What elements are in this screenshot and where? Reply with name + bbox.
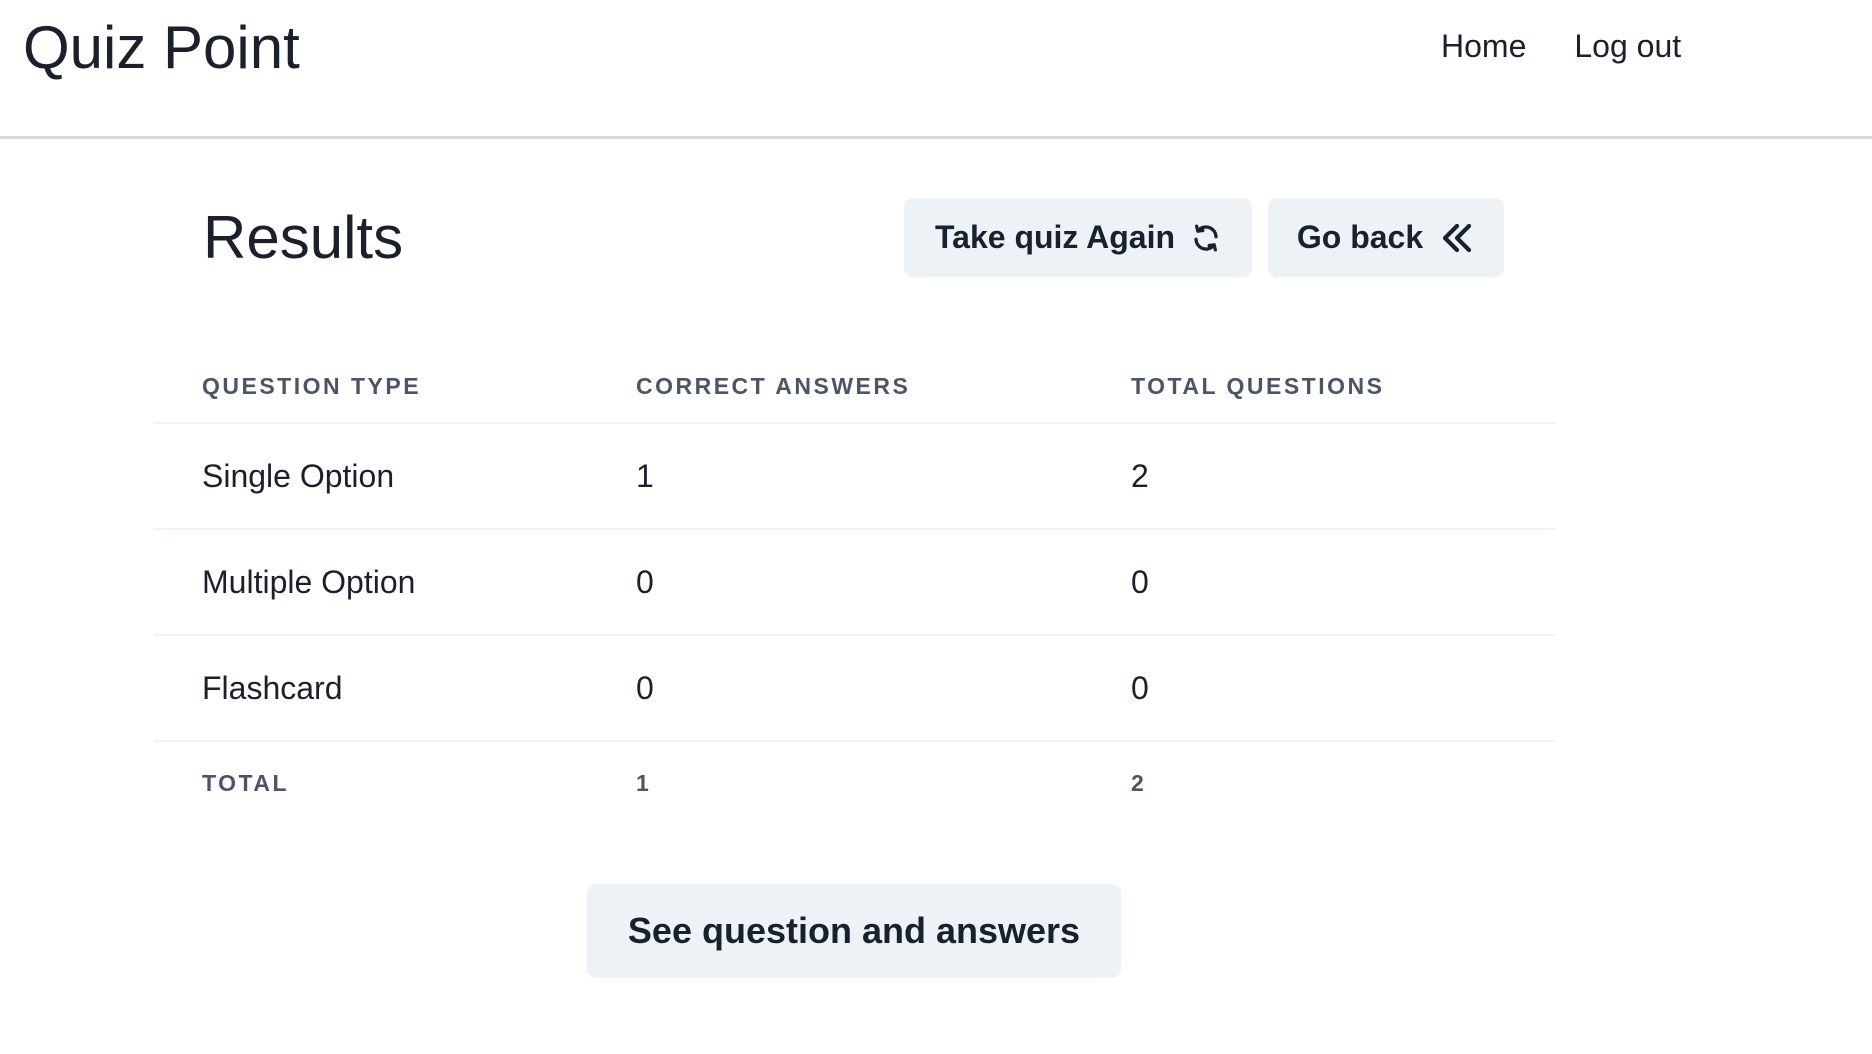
total-correct-answers: 1 xyxy=(636,769,652,796)
table-row: Flashcard 0 0 xyxy=(154,635,1555,742)
main-nav: Home Log out xyxy=(1441,24,1681,68)
nav-logout-link[interactable]: Log out xyxy=(1574,24,1681,68)
header-total-questions: TOTAL QUESTIONS xyxy=(1083,350,1555,424)
cell-total-questions: 0 xyxy=(1083,635,1555,742)
table-row: Single Option 1 2 xyxy=(154,423,1555,530)
table-row: Multiple Option 0 0 xyxy=(154,529,1555,636)
table-header-row: QUESTION TYPE CORRECT ANSWERS TOTAL QUES… xyxy=(154,350,1555,424)
go-back-button[interactable]: Go back xyxy=(1268,198,1504,277)
cell-correct-answers: 0 xyxy=(588,529,1083,636)
cell-question-type: Single Option xyxy=(154,423,588,530)
cell-correct-answers: 1 xyxy=(588,423,1083,530)
app-brand[interactable]: Quiz Point xyxy=(23,12,300,84)
total-questions: 2 xyxy=(1131,769,1147,796)
header-question-type: QUESTION TYPE xyxy=(154,350,588,424)
double-chevron-left-icon xyxy=(1439,220,1475,256)
refresh-icon xyxy=(1191,223,1221,253)
cell-correct-answers: 0 xyxy=(588,635,1083,742)
table-total-row: TOTAL 1 2 xyxy=(154,741,1555,824)
take-quiz-again-label: Take quiz Again xyxy=(934,219,1176,255)
take-quiz-again-button[interactable]: Take quiz Again xyxy=(904,198,1252,277)
go-back-label: Go back xyxy=(1296,219,1424,255)
top-navbar: Quiz Point Home Log out xyxy=(0,0,1872,139)
cell-total-questions: 0 xyxy=(1083,529,1555,636)
cell-question-type: Flashcard xyxy=(154,635,588,742)
page-title: Results xyxy=(203,204,404,271)
total-label: TOTAL xyxy=(202,769,290,796)
see-question-and-answers-button[interactable]: See question and answers xyxy=(587,884,1121,978)
nav-home-link[interactable]: Home xyxy=(1441,24,1526,68)
cell-question-type: Multiple Option xyxy=(154,529,588,636)
cell-total-questions: 2 xyxy=(1083,423,1555,530)
header-correct-answers: CORRECT ANSWERS xyxy=(588,350,1083,424)
results-table: QUESTION TYPE CORRECT ANSWERS TOTAL QUES… xyxy=(154,350,1555,824)
